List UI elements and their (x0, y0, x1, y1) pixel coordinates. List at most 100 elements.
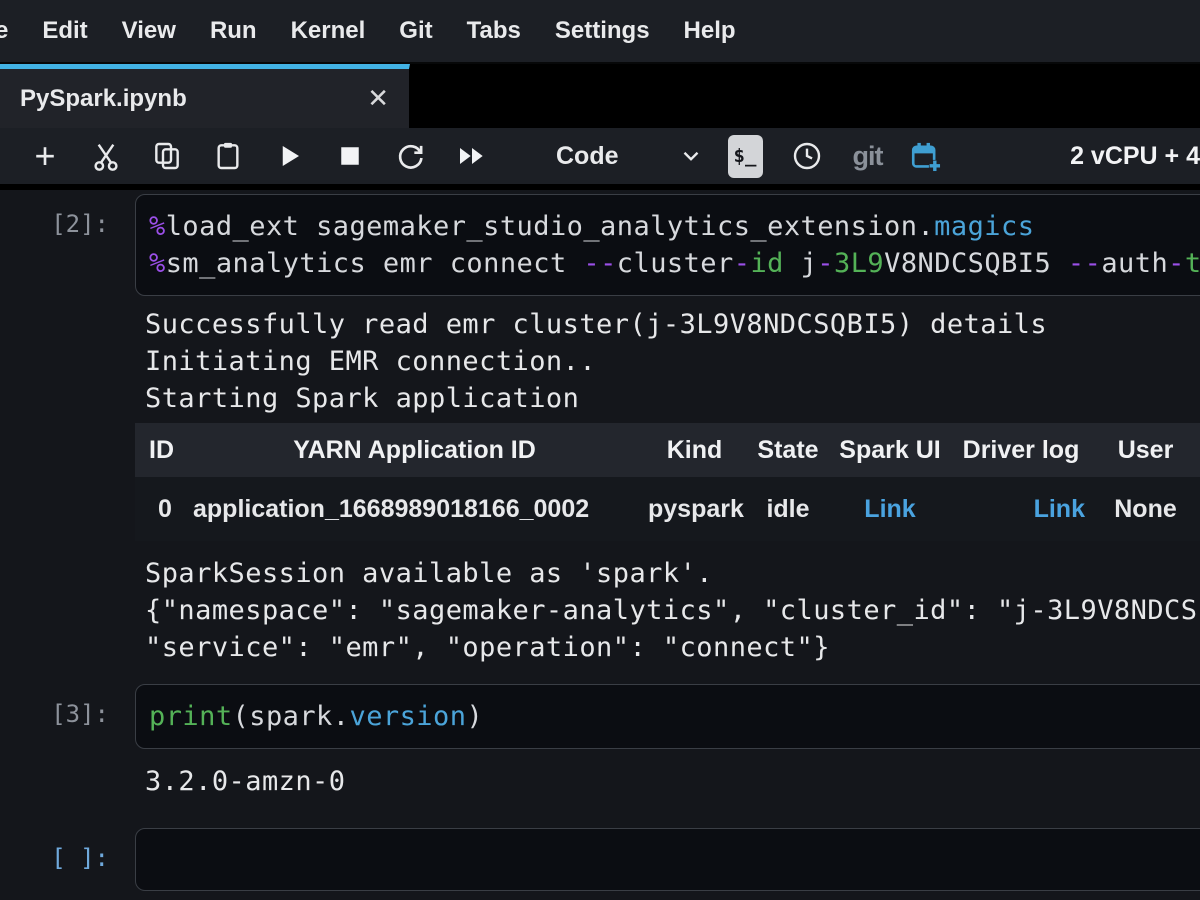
table-header-kind: Kind (642, 423, 747, 477)
copy-cells-button[interactable] (150, 136, 184, 176)
driver-log-link[interactable]: Link (1034, 495, 1085, 523)
menu-item-settings[interactable]: Settings (538, 0, 667, 62)
notebook-panel: [2]: %load_ext sagemaker_studio_analytic… (0, 190, 1200, 891)
cell-prompt: [ ]: (0, 828, 135, 872)
tab-bar: PySpark.ipynb ✕ (0, 64, 1200, 128)
paste-cells-button[interactable] (211, 136, 245, 176)
code-line: %load_ext sagemaker_studio_analytics_ext… (149, 208, 1200, 245)
restart-kernel-button[interactable] (394, 136, 428, 176)
table-cell: idle (747, 477, 829, 541)
cell-prompt: [3]: (0, 684, 135, 728)
code-token: id (750, 248, 783, 279)
history-button[interactable] (790, 136, 824, 176)
tab-pyspark-notebook[interactable]: PySpark.ipynb ✕ (0, 64, 410, 128)
code-editor[interactable] (135, 828, 1200, 891)
restart-icon (395, 140, 427, 172)
table-header-user: User (1091, 423, 1200, 477)
code-token: auth (1101, 248, 1168, 279)
spark-application-table: IDYARN Application IDKindStateSpark UIDr… (135, 423, 1200, 541)
menu-item-view[interactable]: View (105, 0, 193, 62)
table-header-id: ID (135, 423, 187, 477)
cut-cells-button[interactable] (89, 136, 123, 176)
play-icon (274, 141, 304, 171)
tab-title: PySpark.ipynb (20, 85, 187, 113)
restart-run-all-button[interactable] (455, 136, 489, 176)
code-token: sm_analytics emr connect (166, 248, 584, 279)
stream-output: 3.2.0-amzn-0 (145, 763, 1200, 800)
code-line: %sm_analytics emr connect --cluster-id j… (149, 245, 1200, 282)
menu-item-help[interactable]: Help (667, 0, 753, 62)
output-line: Initiating EMR connection.. (145, 343, 1200, 380)
code-token: - (734, 248, 751, 279)
code-token: - (817, 248, 834, 279)
menu-item-tabs[interactable]: Tabs (450, 0, 538, 62)
run-cell-button[interactable] (272, 136, 306, 176)
calendar-plus-icon (908, 138, 942, 174)
code-token: version (349, 701, 466, 732)
code-token: - (1168, 248, 1185, 279)
code-token: cluster (617, 248, 734, 279)
git-button[interactable]: git (853, 141, 883, 172)
table-cell: None (1091, 477, 1200, 541)
menu-item-run[interactable]: Run (193, 0, 274, 62)
code-token: 3L9 (834, 248, 884, 279)
terminal-button[interactable]: $_ (728, 135, 763, 178)
stop-icon (335, 141, 365, 171)
code-cell-2: [2]: %load_ext sagemaker_studio_analytic… (0, 194, 1200, 296)
code-token: load_ext sagemaker_studio_analytics_exte… (166, 211, 934, 242)
menu-item-kernel[interactable]: Kernel (274, 0, 383, 62)
code-token: % (149, 248, 166, 279)
code-editor[interactable]: print(spark.version) (135, 684, 1200, 749)
table-header-spark-ui: Spark UI (829, 423, 951, 477)
code-token: V8NDCSQBI5 (884, 248, 1068, 279)
menu-item-file[interactable]: File (0, 0, 25, 62)
stream-output: Successfully read emr cluster(j-3L9V8NDC… (145, 306, 1200, 417)
code-line: print(spark.version) (149, 698, 1200, 735)
table-cell: 0 (135, 477, 187, 541)
code-token: print (149, 701, 233, 732)
menu-item-git[interactable]: Git (382, 0, 449, 62)
table-row: 0application_1668989018166_0002pysparkid… (135, 477, 1200, 541)
fast-forward-icon (456, 140, 488, 172)
output-line: "service": "emr", "operation": "connect"… (145, 629, 1200, 666)
output-line: {"namespace": "sagemaker-analytics", "cl… (145, 592, 1200, 629)
table-header-driver-log: Driver log (951, 423, 1091, 477)
output-line: SparkSession available as 'spark'. (145, 555, 1200, 592)
cell-type-dropdown[interactable]: Code (556, 142, 619, 171)
code-token: j (784, 248, 817, 279)
menu-item-edit[interactable]: Edit (25, 0, 104, 62)
scissors-icon (90, 140, 122, 172)
table-cell: application_1668989018166_0002 (187, 477, 642, 541)
code-token: (spark. (233, 701, 350, 732)
table-cell: pyspark (642, 477, 747, 541)
table-header-yarn-application-id: YARN Application ID (187, 423, 642, 477)
output-line: Starting Spark application (145, 380, 1200, 417)
chevron-down-icon (678, 143, 704, 169)
code-token: magics (934, 211, 1034, 242)
spark-ui-link[interactable]: Link (864, 495, 915, 523)
code-token: ) (466, 701, 483, 732)
code-token: -- (583, 248, 616, 279)
instance-type-label[interactable]: 2 vCPU + 4 (1070, 142, 1200, 171)
terminal-icon: $_ (734, 145, 757, 167)
clipboard-icon (212, 140, 244, 172)
new-session-button[interactable] (908, 136, 942, 176)
clock-icon (791, 140, 823, 172)
table-cell: Link (829, 477, 951, 541)
menu-bar: FileEditViewRunKernelGitTabsSettingsHelp (0, 0, 1200, 64)
copy-icon (151, 140, 183, 172)
close-icon[interactable]: ✕ (367, 83, 389, 114)
table-cell: Link (951, 477, 1091, 541)
cell-prompt: [2]: (0, 194, 135, 238)
stream-output: SparkSession available as 'spark'.{"name… (145, 555, 1200, 666)
add-cell-button[interactable]: + (28, 136, 62, 176)
cell-type-dropdown-arrow[interactable] (674, 136, 708, 176)
table-header-state: State (747, 423, 829, 477)
stop-kernel-button[interactable] (333, 136, 367, 176)
code-token: t (1185, 248, 1200, 279)
code-editor[interactable]: %load_ext sagemaker_studio_analytics_ext… (135, 194, 1200, 296)
jupyterlab-window: FileEditViewRunKernelGitTabsSettingsHelp… (0, 0, 1200, 900)
output-line: Successfully read emr cluster(j-3L9V8NDC… (145, 306, 1200, 343)
code-cell-3: [3]: print(spark.version) (0, 684, 1200, 749)
code-cell-empty: [ ]: (0, 828, 1200, 891)
